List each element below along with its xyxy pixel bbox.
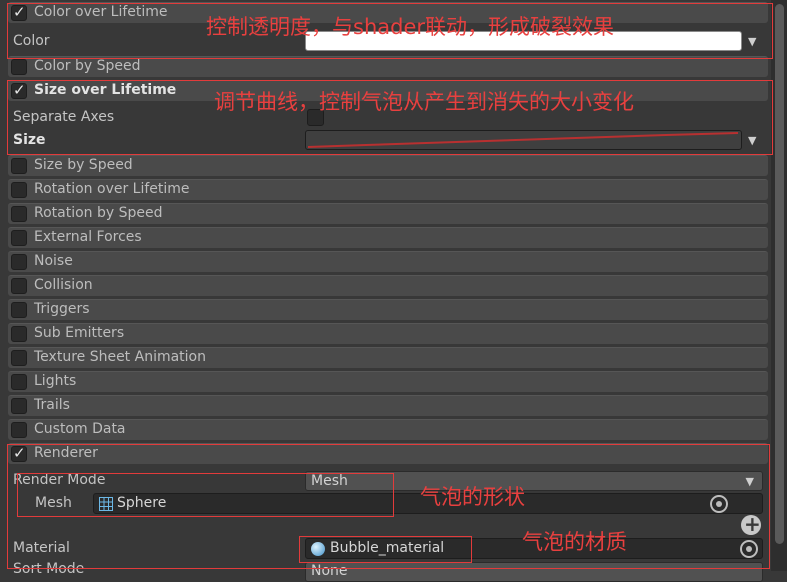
module-noise[interactable]: Noise	[8, 251, 768, 272]
module-label: Lights	[34, 373, 77, 389]
module-checkbox[interactable]	[11, 158, 27, 174]
module-label: External Forces	[34, 229, 142, 245]
module-rotation-by-speed[interactable]: Rotation by Speed	[8, 203, 768, 224]
module-label: Collision	[34, 277, 93, 293]
module-checkbox[interactable]	[11, 206, 27, 222]
annotation-box-mesh	[17, 473, 394, 517]
module-external-forces[interactable]: External Forces	[8, 227, 768, 248]
module-texture-sheet-animation[interactable]: Texture Sheet Animation	[8, 347, 768, 368]
module-label: Sub Emitters	[34, 325, 125, 341]
module-label: Triggers	[34, 301, 90, 317]
module-checkbox[interactable]	[11, 398, 27, 414]
module-custom-data[interactable]: Custom Data	[8, 419, 768, 440]
module-checkbox[interactable]	[11, 422, 27, 438]
annotation-color-note: 控制透明度，与shader联动，形成破裂效果	[206, 15, 615, 39]
module-checkbox[interactable]	[11, 302, 27, 318]
module-checkbox[interactable]	[11, 278, 27, 294]
module-label: Rotation over Lifetime	[34, 181, 190, 197]
module-trails[interactable]: Trails	[8, 395, 768, 416]
scrollbar-thumb[interactable]	[775, 4, 784, 544]
annotation-box-material	[299, 536, 472, 563]
module-lights[interactable]: Lights	[8, 371, 768, 392]
module-checkbox[interactable]	[11, 350, 27, 366]
module-checkbox[interactable]	[11, 182, 27, 198]
module-size-by-speed[interactable]: Size by Speed	[8, 155, 768, 176]
module-rotation-over-lifetime[interactable]: Rotation over Lifetime	[8, 179, 768, 200]
module-checkbox[interactable]	[11, 254, 27, 270]
module-collision[interactable]: Collision	[8, 275, 768, 296]
inspector-scrollbar[interactable]	[771, 0, 787, 571]
module-label: Trails	[34, 397, 70, 413]
module-checkbox[interactable]	[11, 374, 27, 390]
annotation-material-note: 气泡的材质	[522, 530, 627, 554]
module-triggers[interactable]: Triggers	[8, 299, 768, 320]
module-label: Custom Data	[34, 421, 126, 437]
module-label: Color by Speed	[34, 58, 141, 74]
annotation-size-note: 调节曲线，控制气泡从产生到消失的大小变化	[214, 90, 634, 114]
module-checkbox[interactable]	[11, 326, 27, 342]
module-label: Rotation by Speed	[34, 205, 163, 221]
module-label: Size by Speed	[34, 157, 133, 173]
annotation-mesh-note: 气泡的形状	[420, 485, 525, 509]
color-by-speed-checkbox[interactable]	[11, 59, 27, 75]
module-color-by-speed[interactable]: Color by Speed	[8, 56, 768, 77]
module-label: Noise	[34, 253, 73, 269]
module-label: Texture Sheet Animation	[34, 349, 206, 365]
module-checkbox[interactable]	[11, 230, 27, 246]
module-sub-emitters[interactable]: Sub Emitters	[8, 323, 768, 344]
